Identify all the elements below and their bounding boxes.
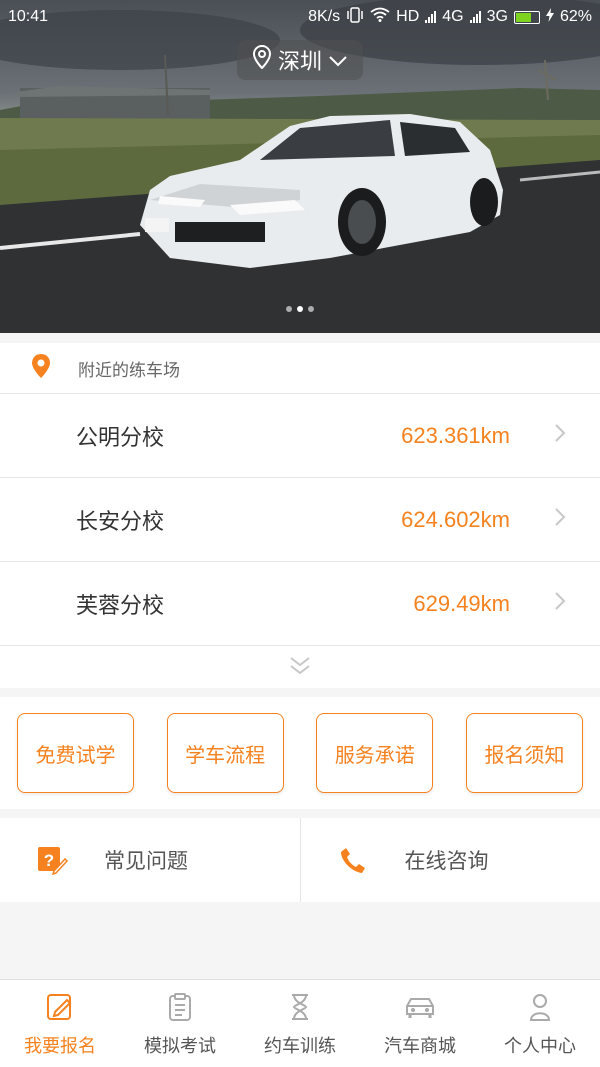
tab-label: 汽车商城: [384, 1036, 456, 1057]
tab-label: 个人中心: [504, 1036, 576, 1057]
school-name: 芙蓉分校: [76, 593, 165, 619]
status-3g: 3G: [486, 8, 508, 25]
tab-register[interactable]: 我要报名: [0, 980, 120, 1067]
chevron-down-icon: [328, 48, 348, 73]
help-row: ? 常见问题 在线咨询: [0, 818, 600, 902]
tab-car-mall[interactable]: 汽车商城: [360, 980, 480, 1067]
banner-carousel[interactable]: 10:41 8K/s HD 4G 3G 62% 深圳: [0, 0, 600, 333]
tab-label: 模拟考试: [144, 1036, 216, 1057]
chevron-right-icon: [554, 507, 566, 533]
city-selector[interactable]: 深圳: [237, 40, 363, 80]
status-battery: 62%: [559, 8, 592, 25]
status-time: 10:41: [8, 8, 49, 25]
wifi-icon: [370, 7, 390, 27]
status-bar: 10:41 8K/s HD 4G 3G 62%: [0, 0, 600, 34]
learning-process-button[interactable]: 学车流程: [166, 713, 284, 793]
signal-icon: [469, 11, 481, 23]
online-consult-button[interactable]: 在线咨询: [301, 818, 600, 902]
carousel-dot[interactable]: [286, 306, 292, 312]
signal-icon: [425, 11, 437, 23]
school-distance: 623.361km: [401, 422, 510, 448]
location-pin-icon: [252, 44, 272, 75]
clipboard-icon: [165, 992, 195, 1022]
status-net-speed: 8K/s: [308, 8, 341, 25]
quick-actions: 免费试学 学车流程 服务承诺 报名须知: [0, 697, 600, 809]
bottom-tab-bar: 我要报名 模拟考试 约车训练 汽车商城 个人中心: [0, 979, 600, 1067]
carousel-dot[interactable]: [308, 306, 314, 312]
svg-text:?: ?: [44, 851, 54, 870]
person-icon: [525, 992, 555, 1022]
battery-icon: [513, 10, 540, 24]
free-trial-button[interactable]: 免费试学: [17, 713, 134, 793]
chevron-right-icon: [554, 423, 566, 449]
tab-book-training[interactable]: 约车训练: [240, 980, 360, 1067]
school-name: 公明分校: [76, 425, 165, 451]
pencil-icon: [45, 992, 75, 1022]
status-hd: HD: [396, 8, 420, 25]
school-row[interactable]: 长安分校 624.602km: [0, 478, 600, 562]
nearby-grounds: 附近的练车场 公明分校 623.361km 长安分校 624.602km 芙蓉分…: [0, 343, 600, 688]
vibrate-icon: [346, 6, 364, 28]
faq-button[interactable]: ? 常见问题: [0, 818, 300, 902]
service-promise-button[interactable]: 服务承诺: [316, 713, 434, 793]
status-4g: 4G: [442, 8, 464, 25]
chevron-right-icon: [554, 591, 566, 617]
school-distance: 629.49km: [413, 590, 510, 616]
car-icon: [403, 992, 437, 1022]
location-pin-icon: [30, 353, 54, 384]
registration-notes-button[interactable]: 报名须知: [465, 713, 583, 793]
school-row[interactable]: 芙蓉分校 629.49km: [0, 562, 600, 646]
faq-label: 常见问题: [104, 849, 188, 873]
carousel-indicator: [0, 306, 600, 312]
tab-label: 约车训练: [264, 1036, 336, 1057]
charging-icon: [545, 7, 554, 27]
hourglass-icon: [285, 992, 315, 1022]
tab-label: 我要报名: [24, 1036, 96, 1057]
nearby-header: 附近的练车场: [0, 343, 600, 394]
school-distance: 624.602km: [401, 506, 510, 532]
city-name: 深圳: [277, 50, 322, 75]
phone-icon: [335, 845, 371, 875]
tab-mock-exam[interactable]: 模拟考试: [120, 980, 240, 1067]
consult-label: 在线咨询: [404, 849, 489, 873]
double-chevron-down-icon: [288, 656, 312, 680]
school-row[interactable]: 公明分校 623.361km: [0, 394, 600, 478]
question-edit-icon: ?: [34, 845, 70, 875]
expand-more-button[interactable]: [0, 646, 600, 690]
tab-profile[interactable]: 个人中心: [480, 980, 600, 1067]
carousel-dot[interactable]: [297, 306, 303, 312]
nearby-title: 附近的练车场: [78, 360, 180, 381]
school-name: 长安分校: [76, 509, 165, 535]
